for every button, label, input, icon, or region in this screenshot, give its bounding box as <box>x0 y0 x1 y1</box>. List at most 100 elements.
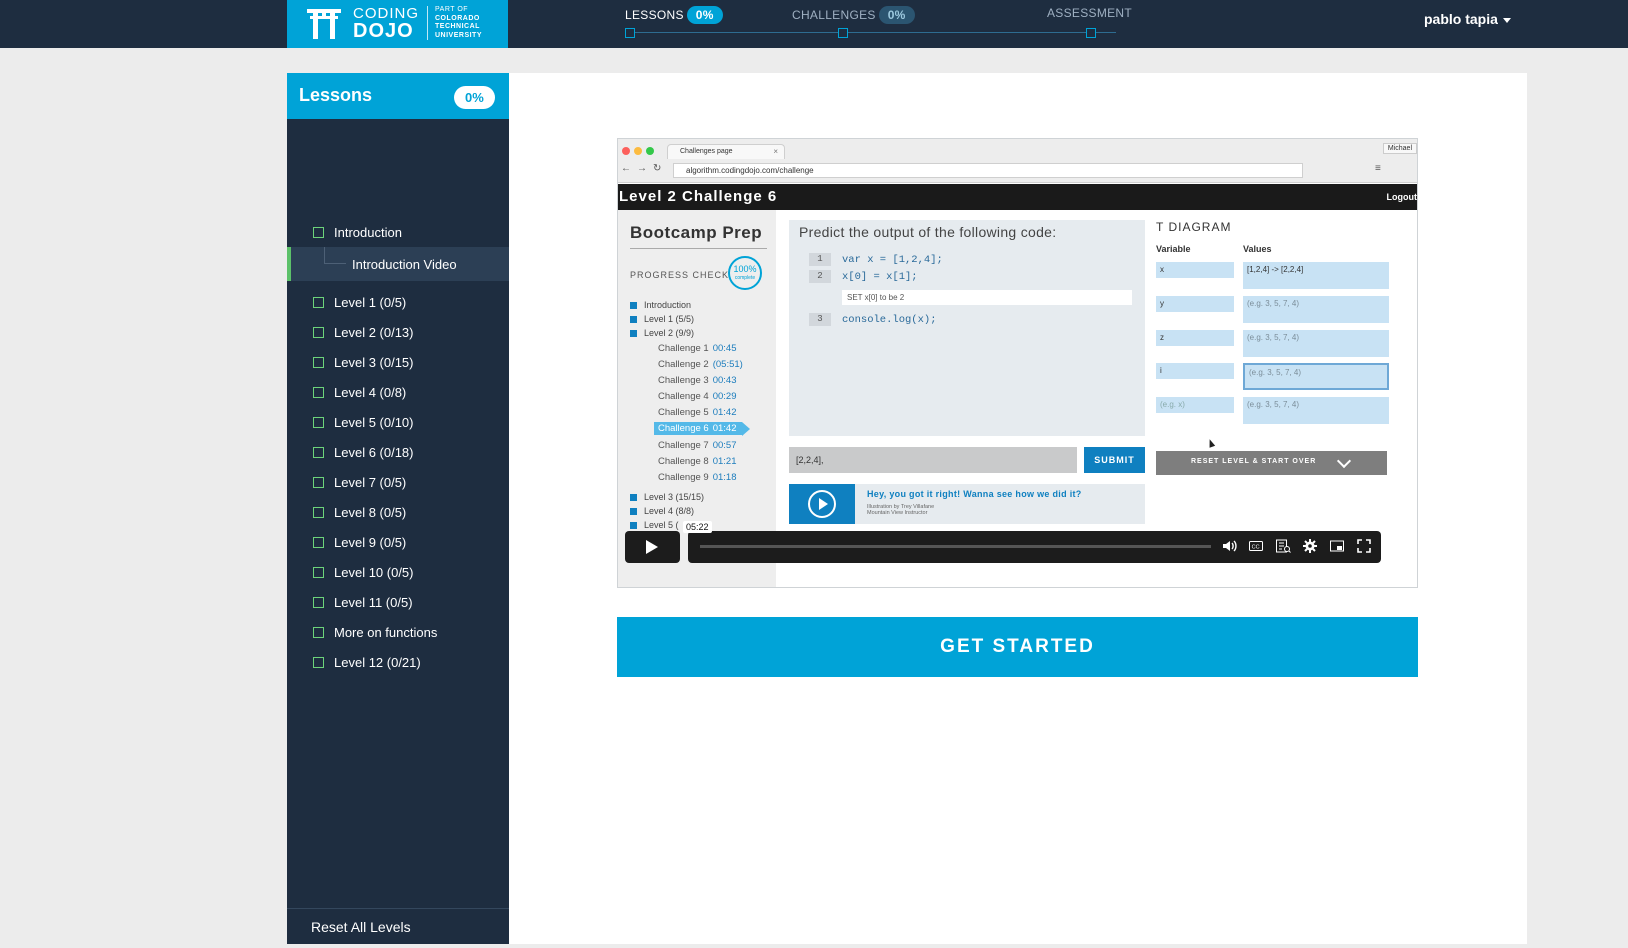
reload-icon: ↻ <box>653 163 662 174</box>
logo-divider <box>427 6 428 40</box>
t-variable-cell: z <box>1156 330 1234 346</box>
step-lessons-label: LESSONS <box>625 8 684 22</box>
lessons-step-node[interactable] <box>625 28 635 38</box>
sidebar-item-label: Introduction Video <box>352 256 457 272</box>
sidebar-item-level-7[interactable]: Level 7 (0/5) <box>287 466 509 498</box>
answer-input: [2,2,4], <box>789 447 1077 473</box>
chevron-down-icon <box>1336 453 1352 469</box>
sidebar-item-label: Level 7 (0/5) <box>334 474 407 490</box>
sidebar-item-level-6[interactable]: Level 6 (0/18) <box>287 436 509 468</box>
progress-steps: LESSONS 0% CHALLENGES 0% ASSESSMENT <box>610 0 1132 48</box>
sidebar-item-level-11[interactable]: Level 11 (0/5) <box>287 586 509 618</box>
code-line: 3 console.log(x); <box>809 313 937 326</box>
video-browser-chrome: Challenges page × ← → ↻ algorithm.codingd… <box>618 139 1417 183</box>
prep-item: Level 2 (9/9) <box>630 328 694 338</box>
checkbox-icon <box>313 506 324 518</box>
assessment-step-node[interactable] <box>1086 28 1096 38</box>
t-variable-cell: y <box>1156 296 1234 312</box>
logo-technical: TECHNICAL <box>435 23 480 30</box>
prep-item-label: Level 2 (9/9) <box>644 328 695 338</box>
sidebar-item-more-on-functions[interactable]: More on functions <box>287 616 509 648</box>
sidebar-item-level-1[interactable]: Level 1 (0/5) <box>287 286 509 318</box>
feedback-credit: Illustration by Trey Villafane Mountain V… <box>867 504 934 516</box>
step-challenges-label: CHALLENGES <box>792 8 876 22</box>
sidebar-item-introduction-video[interactable]: Introduction Video <box>287 247 509 281</box>
t-variable-cell: i <box>1156 363 1234 379</box>
sidebar-item-level-9[interactable]: Level 9 (0/5) <box>287 526 509 558</box>
coding-dojo-logo[interactable]: CODING DOJO PART OF COLORADO TECHNICAL U… <box>287 0 508 48</box>
t-diagram-col-variable: Variable <box>1156 244 1191 254</box>
sidebar-item-level-2[interactable]: Level 2 (0/13) <box>287 316 509 348</box>
checkbox-icon <box>313 356 324 368</box>
volume-icon[interactable] <box>1220 538 1238 556</box>
sidebar-item-level-12[interactable]: Level 12 (0/21) <box>287 646 509 678</box>
question-text: Predict the output of the following code… <box>799 224 1057 240</box>
ring-sub: complete <box>734 275 756 281</box>
code-hint: SET x[0] to be 2 <box>842 290 1132 305</box>
intro-video-player[interactable]: Challenges page × ← → ↻ algorithm.codingd… <box>617 138 1418 588</box>
challenge-time: (05:51) <box>712 359 743 370</box>
sidebar-item-label: Level 10 (0/5) <box>334 564 414 580</box>
settings-gear-icon[interactable] <box>1301 538 1319 556</box>
video-progress-bar[interactable] <box>700 545 1211 548</box>
sidebar-item-label: Level 4 (0/8) <box>334 384 407 400</box>
sidebar-item-label: Level 12 (0/21) <box>334 654 421 670</box>
checkbox-icon <box>313 536 324 548</box>
logout-link: Logout <box>1386 192 1418 202</box>
reset-all-levels-button[interactable]: Reset All Levels <box>287 908 509 944</box>
sidebar-item-level-4[interactable]: Level 4 (0/8) <box>287 376 509 408</box>
sidebar-item-level-10[interactable]: Level 10 (0/5) <box>287 556 509 588</box>
fullscreen-icon[interactable] <box>1355 538 1373 556</box>
feedback-title: Hey, you got it right! Wanna see how we … <box>867 489 1082 499</box>
challenge-time: 01:42 <box>712 407 737 418</box>
square-bullet-icon <box>630 507 637 515</box>
prep-item: Level 3 (15/15) <box>630 492 704 502</box>
checkbox-icon <box>313 476 324 488</box>
challenges-step-node[interactable] <box>838 28 848 38</box>
level-title: Level 2 Challenge 6 <box>619 188 778 205</box>
challenge-time: 01:18 <box>712 472 737 483</box>
sidebar-item-label: Level 9 (0/5) <box>334 534 407 550</box>
prep-challenge: Challenge 1 00:45 <box>658 343 737 354</box>
prep-item-label: Level 5 ( <box>644 520 679 530</box>
sidebar-item-label: Level 6 (0/18) <box>334 444 414 460</box>
challenge-name: Challenge 9 <box>658 472 709 483</box>
sidebar-item-introduction[interactable]: Introduction <box>287 216 509 248</box>
prep-item-label: Level 4 (8/8) <box>644 506 695 516</box>
progress-ring: 100% complete <box>728 256 762 290</box>
step-lessons[interactable]: LESSONS 0% <box>625 6 723 24</box>
t-value-cell: (e.g. 3, 5, 7, 4) <box>1243 397 1389 424</box>
browser-tab: Challenges page × <box>667 144 785 159</box>
prep-challenge: Challenge 3 00:43 <box>658 375 737 386</box>
step-lessons-percent: 0% <box>686 6 723 24</box>
user-menu[interactable]: pablo tapia <box>1424 11 1511 27</box>
t-diagram-col-values: Values <box>1243 244 1272 254</box>
browser-menu-icon: ≡ <box>1375 163 1381 174</box>
code-text: x[0] = x[1]; <box>842 270 918 283</box>
step-assessment[interactable]: ASSESSMENT <box>1047 6 1132 20</box>
transcript-icon[interactable] <box>1274 538 1292 556</box>
challenge-name: Challenge 6 <box>658 423 709 434</box>
picture-in-picture-icon[interactable] <box>1328 538 1346 556</box>
challenge-name: Challenge 4 <box>658 391 709 402</box>
prep-challenge: Challenge 4 00:29 <box>658 391 737 402</box>
t-variable-cell: (e.g. x) <box>1156 397 1234 413</box>
feedback-credit-line2: Mountain View Instructor <box>867 510 928 516</box>
closed-captions-icon[interactable]: CC <box>1247 538 1265 556</box>
step-challenges[interactable]: CHALLENGES 0% <box>792 6 915 24</box>
back-arrow-icon: ← <box>621 163 631 174</box>
challenge-time: 00:43 <box>712 375 737 386</box>
get-started-button[interactable]: GET STARTED <box>617 617 1418 677</box>
challenge-name: Challenge 3 <box>658 375 709 386</box>
sidebar-item-level-3[interactable]: Level 3 (0/15) <box>287 346 509 378</box>
sidebar-item-level-5[interactable]: Level 5 (0/10) <box>287 406 509 438</box>
progress-check-label: PROGRESS CHECK <box>630 270 730 280</box>
checkbox-icon <box>313 596 324 608</box>
checkbox-icon <box>313 226 324 238</box>
sidebar-item-level-8[interactable]: Level 8 (0/5) <box>287 496 509 528</box>
play-button[interactable] <box>625 531 680 563</box>
reset-all-levels-label: Reset All Levels <box>311 918 411 935</box>
challenge-time: 00:29 <box>712 391 737 402</box>
browser-profile: Michael <box>1382 143 1417 154</box>
prep-item: Level 1 (5/5) <box>630 314 694 324</box>
